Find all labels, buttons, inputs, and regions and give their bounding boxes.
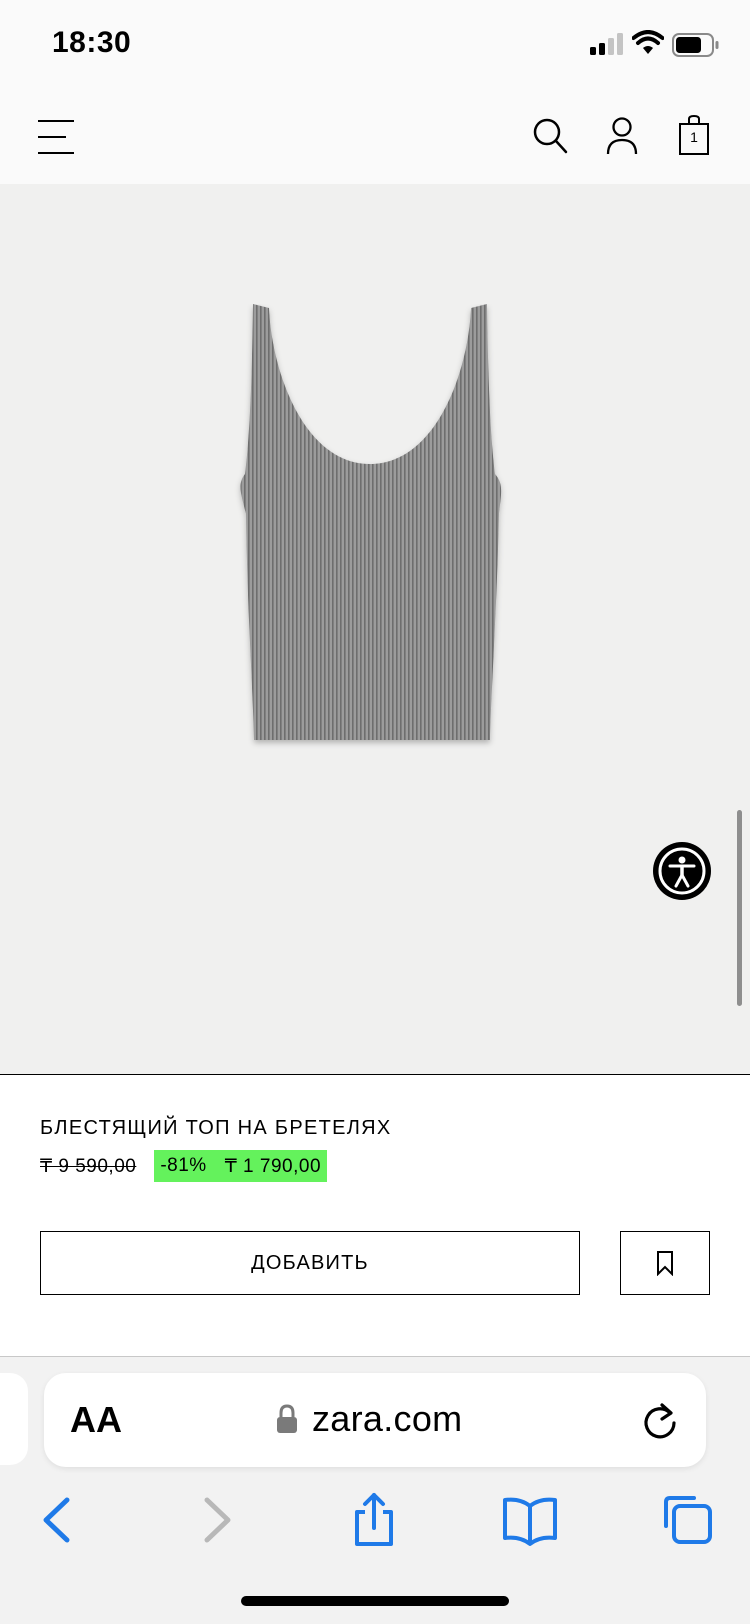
save-button[interactable] [620, 1231, 710, 1295]
discount-percent: -81% [160, 1155, 207, 1176]
home-indicator [241, 1596, 509, 1606]
scrollbar[interactable] [737, 810, 742, 1006]
url-display[interactable]: zara.com [276, 1397, 462, 1441]
tabs-icon[interactable] [660, 1492, 716, 1548]
status-bar: 18:30 [0, 0, 750, 90]
back-icon[interactable] [30, 1492, 86, 1548]
battery-icon [672, 33, 719, 57]
text-size-button[interactable]: AA [70, 1399, 122, 1441]
account-icon[interactable] [604, 116, 640, 156]
cellular-signal-icon [590, 33, 623, 55]
wifi-icon [632, 30, 664, 54]
site-header: 1 [0, 90, 750, 184]
old-price: ₸ 9 590,00 [40, 1155, 137, 1177]
tank-top-image [240, 304, 502, 740]
lock-icon [277, 1404, 297, 1433]
address-bar[interactable]: AA zara.com [44, 1373, 706, 1467]
share-icon[interactable] [346, 1492, 402, 1548]
cart-count: 1 [690, 129, 698, 145]
product-gallery[interactable] [0, 184, 750, 1074]
text-size-label: AA [70, 1399, 122, 1440]
price-row: ₸ 9 590,00 -81% ₸ 1 790,00 [40, 1150, 328, 1182]
product-info: БЛЕСТЯЩИЙ ТОП НА БРЕТЕЛЯХ ₸ 9 590,00 -81… [0, 1075, 750, 1357]
forward-icon[interactable] [188, 1492, 244, 1548]
previous-tab-preview[interactable] [0, 1373, 28, 1465]
search-icon[interactable] [532, 116, 568, 156]
product-name: БЛЕСТЯЩИЙ ТОП НА БРЕТЕЛЯХ [40, 1117, 392, 1139]
accessibility-button[interactable] [653, 842, 711, 900]
status-time: 18:30 [52, 26, 132, 59]
menu-icon[interactable] [38, 118, 74, 156]
bookmark-icon [657, 1251, 673, 1276]
bookmarks-icon[interactable] [502, 1492, 558, 1548]
sale-badge: -81% ₸ 1 790,00 [154, 1150, 328, 1182]
reload-icon[interactable] [640, 1401, 680, 1441]
accessibility-icon [658, 847, 706, 895]
sale-price: ₸ 1 790,00 [224, 1155, 322, 1177]
cart-button[interactable]: 1 [676, 114, 712, 156]
browser-chrome: AA zara.com [0, 1357, 750, 1624]
url-text: zara.com [312, 1398, 463, 1439]
add-to-cart-button[interactable]: ДОБАВИТЬ [40, 1231, 580, 1295]
